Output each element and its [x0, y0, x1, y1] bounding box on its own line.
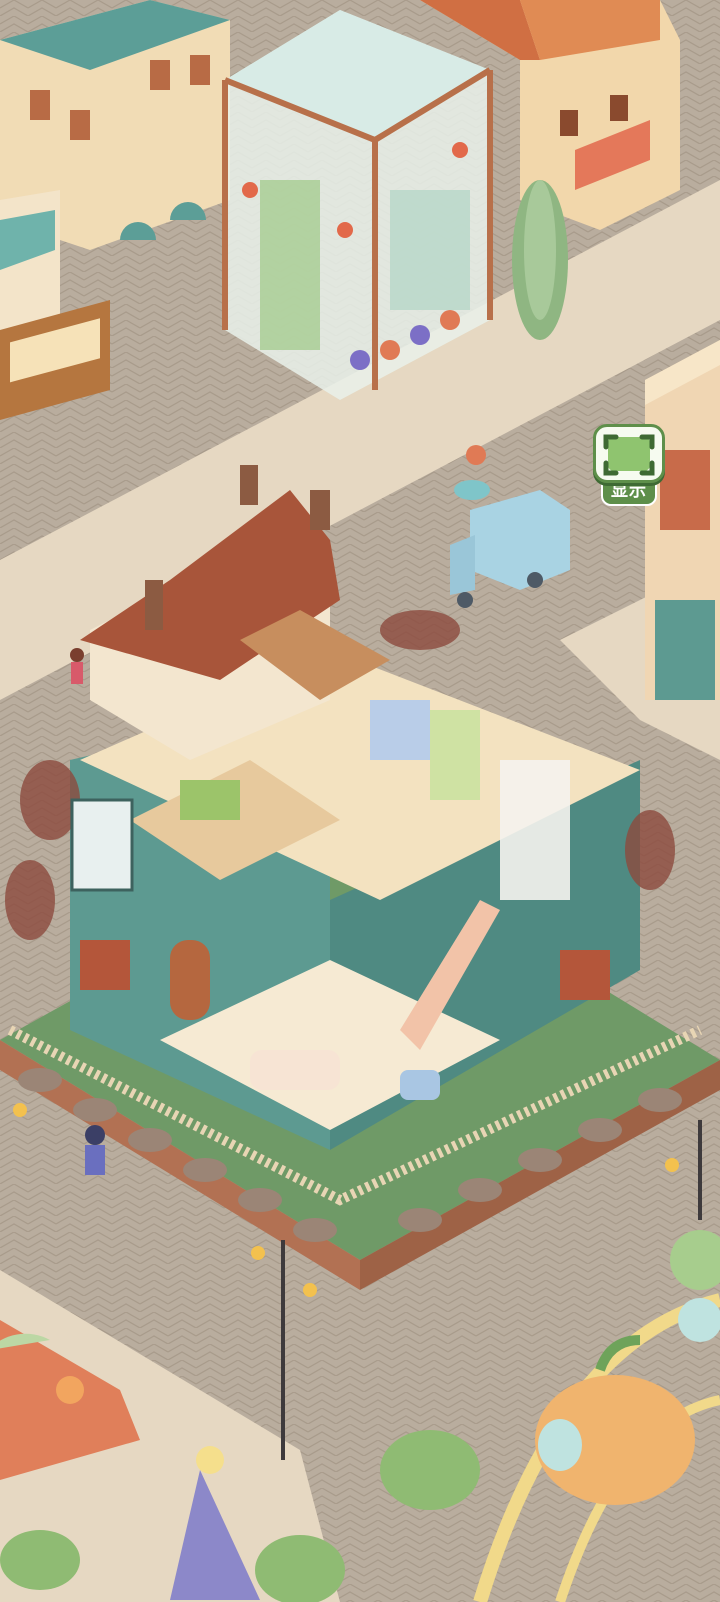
character-pedestrian[interactable]: [70, 648, 84, 684]
game-scene[interactable]: [0, 0, 720, 1602]
building-right-edge[interactable]: [645, 340, 720, 700]
cypress-tree: [512, 180, 568, 340]
frame-corners-icon: [593, 424, 665, 483]
display-toggle-button[interactable]: 显示: [592, 424, 666, 506]
character-painter[interactable]: [85, 1125, 105, 1175]
